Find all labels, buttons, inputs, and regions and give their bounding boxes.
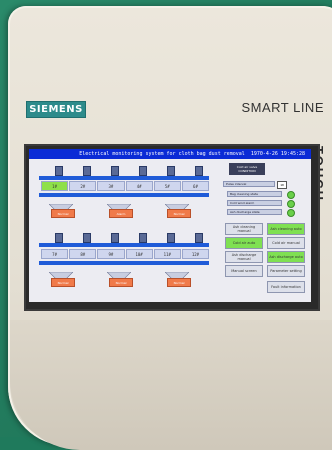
- status-row-cold-wind: Cold wind alarm: [227, 200, 282, 206]
- cold-air-valve-status: Cold air valve CONDITION: [229, 163, 265, 175]
- hopper-icon: [106, 199, 132, 215]
- status-tag: Normal: [51, 278, 75, 287]
- valve-icon[interactable]: [139, 166, 147, 176]
- bag-cell: 10#: [125, 249, 153, 259]
- status-tag: Normal: [167, 209, 191, 218]
- bag-cell: 4#: [125, 181, 153, 191]
- product-line-label: SMART LINE: [241, 100, 324, 115]
- siemens-logo: SIEMENS: [26, 101, 86, 118]
- status-led: [287, 191, 295, 199]
- valve-icon[interactable]: [55, 233, 63, 243]
- top-pipe-lower: [39, 193, 209, 197]
- screen-datetime: 1970-4-26 19:45:28: [250, 151, 305, 157]
- status-row-bag-cleaning: Bag cleaning state: [227, 191, 282, 197]
- valve-icon[interactable]: [83, 233, 91, 243]
- bottom-pipe-lower: [39, 261, 209, 265]
- valve-icon[interactable]: [111, 233, 119, 243]
- bag-cell: 12#: [181, 249, 210, 259]
- cold-air-auto-button[interactable]: Cold air auto: [225, 237, 263, 249]
- status-tag: Normal: [51, 209, 75, 218]
- bottom-bag-grid: 7# 8# 9# 10# 11# 12#: [41, 249, 210, 259]
- valve-icon[interactable]: [167, 233, 175, 243]
- fault-information-button[interactable]: Fault information: [267, 281, 305, 293]
- screen-title-bar: Electrical monitoring system for cloth b…: [29, 149, 311, 159]
- bottom-pipe: [39, 243, 209, 247]
- parameter-setting-button[interactable]: Parameter setting: [267, 265, 305, 277]
- pulse-interval-value[interactable]: 10: [277, 181, 287, 189]
- bag-cell: 6#: [181, 181, 210, 191]
- ash-cleaning-manual-button[interactable]: Ash cleaning manual: [225, 223, 263, 235]
- valve-icon[interactable]: [167, 166, 175, 176]
- status-tag: Normal: [109, 278, 133, 287]
- cold-air-manual-button[interactable]: Cold air manual: [267, 237, 305, 249]
- bag-cell: 8#: [69, 249, 97, 259]
- hopper-icon: [164, 199, 190, 215]
- valve-icon[interactable]: [111, 166, 119, 176]
- valve-icon[interactable]: [83, 166, 91, 176]
- status-row-ash-discharge: Ash discharge state: [227, 209, 282, 215]
- ash-discharge-auto-button[interactable]: Ash discharge auto: [267, 251, 305, 263]
- bag-cell: 1#: [41, 181, 69, 191]
- top-bag-grid: 1# 2# 3# 4# 5# 6#: [41, 181, 210, 191]
- hopper-icon: [164, 267, 190, 283]
- bag-cell: 3#: [97, 181, 125, 191]
- hmi-screen[interactable]: Electrical monitoring system for cloth b…: [29, 149, 311, 302]
- ash-cleaning-auto-button[interactable]: Ash cleaning auto: [267, 223, 305, 235]
- status-led: [287, 209, 295, 217]
- hopper-icon: [106, 267, 132, 283]
- bag-cell: 11#: [153, 249, 181, 259]
- top-pipe: [39, 176, 209, 180]
- valve-icon[interactable]: [195, 166, 203, 176]
- bag-cell: 5#: [153, 181, 181, 191]
- ash-discharge-manual-button[interactable]: Ash discharge manual: [225, 251, 263, 263]
- status-led: [287, 200, 295, 208]
- status-tag: Alarm: [109, 209, 133, 218]
- hopper-icon: [48, 199, 74, 215]
- status-tag: Normal: [167, 278, 191, 287]
- bag-cell: 2#: [69, 181, 97, 191]
- valve-icon[interactable]: [139, 233, 147, 243]
- bag-cell: 9#: [97, 249, 125, 259]
- valve-icon[interactable]: [55, 166, 63, 176]
- manual-screen-button[interactable]: Manual screen: [225, 265, 263, 277]
- bag-cell: 7#: [41, 249, 69, 259]
- screen-title: Electrical monitoring system for cloth b…: [79, 151, 245, 157]
- hmi-bezel-bottom: [10, 320, 332, 450]
- valve-icon[interactable]: [195, 233, 203, 243]
- pulse-interval-label: Pulse interval: [223, 181, 275, 187]
- hopper-icon: [48, 267, 74, 283]
